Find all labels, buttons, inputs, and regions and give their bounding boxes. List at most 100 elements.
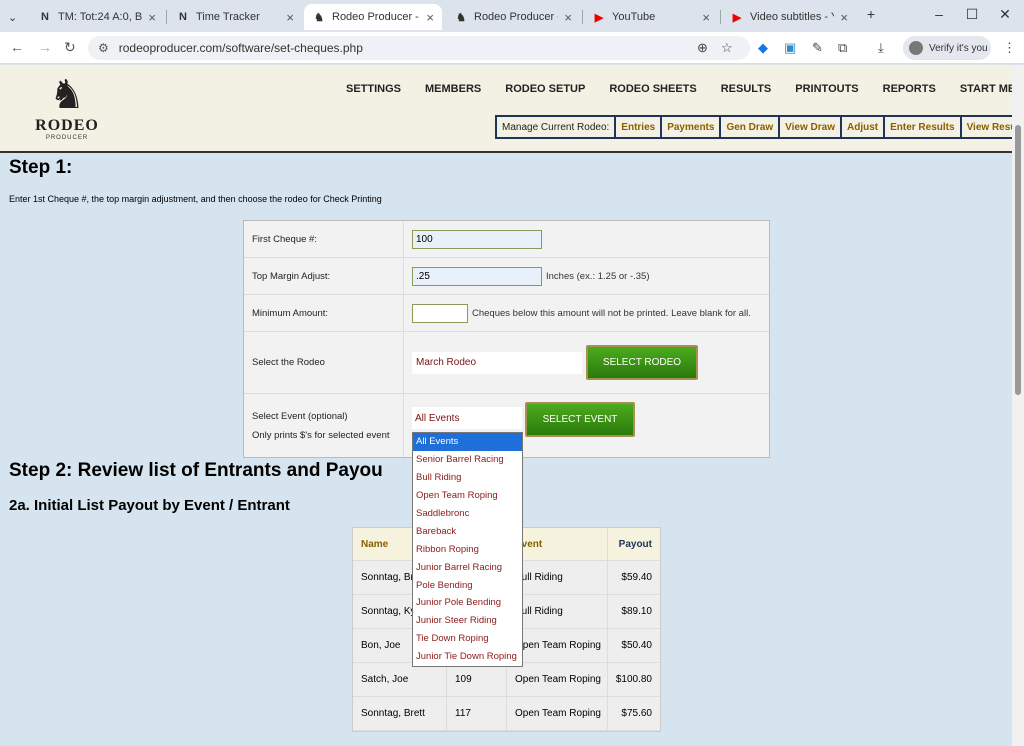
select-event-note: Only prints $'s for selected event — [252, 429, 390, 441]
nav-start-menu[interactable]: START MENU — [960, 83, 1012, 95]
menu-kebab-icon[interactable]: ⋮ — [1003, 40, 1016, 56]
page-scrollbar[interactable] — [1012, 65, 1024, 746]
close-icon[interactable]: × — [426, 10, 434, 25]
rodeo-producer-logo[interactable]: ♞ RODEO PRODUCER — [30, 73, 104, 149]
tab-rodeo-producer-active[interactable]: ♞Rodeo Producer - Pri× — [304, 4, 442, 30]
page-content: ♞ RODEO PRODUCER SETTINGS MEMBERS RODEO … — [0, 65, 1012, 746]
nav-settings[interactable]: SETTINGS — [346, 83, 401, 95]
event-select[interactable]: All Events — [412, 407, 522, 429]
url-field[interactable]: ⚙ rodeoproducer.com/software/set-cheques… — [88, 36, 750, 60]
reload-icon[interactable]: ↻ — [64, 39, 76, 56]
nav-printouts[interactable]: PRINTOUTS — [795, 83, 858, 95]
table-row: Satch, Joe 109 Open Team Roping $100.80 — [353, 663, 660, 697]
subnav-view-draw[interactable]: View Draw — [780, 117, 842, 137]
subnav-enter-results[interactable]: Enter Results — [885, 117, 962, 137]
close-icon[interactable]: × — [840, 10, 848, 25]
back-icon[interactable]: ← — [10, 39, 24, 55]
subnav-gen-draw[interactable]: Gen Draw — [721, 117, 781, 137]
tab-time-tracker[interactable]: N Time Tracker × — [168, 4, 302, 30]
site-header: ♞ RODEO PRODUCER SETTINGS MEMBERS RODEO … — [0, 65, 1012, 153]
tab-bar: ⌄ NTM: Tot:24 A:0, B:11, C× NTime Tracke… — [0, 0, 1024, 32]
tab-youtube[interactable]: ▶ YouTube × — [584, 4, 718, 30]
subnav-entries[interactable]: Entries — [616, 117, 663, 137]
cheque-settings-form: First Cheque #: 100 Top Margin Adjust: .… — [243, 220, 770, 458]
close-window-icon[interactable]: ✕ — [990, 6, 1020, 26]
nav-rodeo-setup[interactable]: RODEO SETUP — [505, 83, 585, 95]
table-row: Sonntag, Brett 117 Open Team Roping $75.60 — [353, 697, 660, 731]
step1-title: Step 1: — [9, 157, 73, 178]
min-amount-note: Cheques below this amount will not be pr… — [472, 307, 751, 319]
step2-title: Step 2: Review list of Entrants and Payo… — [9, 460, 383, 481]
event-option[interactable]: Junior Tie Down Roping — [413, 648, 522, 666]
bookmark-star-icon[interactable]: ☆ — [721, 40, 733, 56]
download-icon[interactable]: ⤓ — [878, 40, 884, 56]
event-option[interactable]: Junior Pole Bending — [413, 594, 522, 612]
chevron-down-icon: ⌄ — [8, 11, 18, 24]
zoom-icon[interactable]: ⊕ — [697, 40, 708, 56]
event-option[interactable]: Pole Bending — [413, 576, 522, 594]
tab-rodeo-producer[interactable]: ♞Rodeo Producer - Pri× — [446, 4, 580, 30]
close-icon[interactable]: × — [564, 10, 572, 25]
first-cheque-label: First Cheque #: — [244, 221, 404, 257]
extension-pen-icon[interactable]: ✎ — [812, 40, 823, 56]
event-option[interactable]: Bareback — [413, 522, 522, 540]
subnav-view-results[interactable]: View Results — [961, 117, 1012, 137]
select-rodeo-label: Select the Rodeo — [244, 332, 404, 393]
min-amount-label: Minimum Amount: — [244, 295, 404, 331]
extensions-puzzle-icon[interactable]: ⧉ — [838, 40, 847, 56]
tab-tm[interactable]: NTM: Tot:24 A:0, B:11, C× — [30, 4, 164, 30]
horse-icon: ♞ — [314, 11, 324, 24]
notion-icon: N — [41, 11, 49, 23]
select-rodeo-button[interactable]: SELECT RODEO — [586, 345, 698, 380]
address-bar: ← → ↻ ⚙ rodeoproducer.com/software/set-c… — [0, 32, 1024, 64]
forward-icon[interactable]: → — [38, 39, 52, 55]
tab-video-subtitles[interactable]: ▶Video subtitles - YouT× — [722, 4, 856, 30]
nav-rodeo-sheets[interactable]: RODEO SHEETS — [609, 83, 696, 95]
site-info-icon[interactable]: ⚙ — [98, 41, 109, 55]
event-option[interactable]: Tie Down Roping — [413, 630, 522, 648]
top-margin-note: Inches (ex.: 1.25 or -.35) — [546, 270, 650, 282]
nav-members[interactable]: MEMBERS — [425, 83, 481, 95]
close-icon[interactable]: × — [702, 10, 710, 25]
event-option[interactable]: Junior Barrel Racing — [413, 558, 522, 576]
youtube-icon: ▶ — [732, 11, 742, 24]
horse-icon: ♞ — [49, 73, 85, 117]
min-amount-input[interactable] — [412, 303, 468, 323]
event-dropdown-list: All Events Senior Barrel Racing Bull Rid… — [412, 432, 523, 667]
maximize-icon[interactable]: ☐ — [957, 6, 987, 26]
verify-profile-button[interactable]: Verify it's you — [903, 36, 991, 60]
event-option[interactable]: All Events — [413, 433, 522, 451]
subnav-adjust[interactable]: Adjust — [841, 117, 886, 137]
horse-icon: ♞ — [456, 11, 466, 24]
new-tab-icon[interactable]: + — [856, 6, 886, 26]
nav-results[interactable]: RESULTS — [721, 83, 772, 95]
top-margin-label: Top Margin Adjust: — [244, 258, 404, 294]
nav-reports[interactable]: REPORTS — [883, 83, 936, 95]
scrollbar-thumb[interactable] — [1015, 125, 1021, 395]
event-option[interactable]: Ribbon Roping — [413, 540, 522, 558]
select-event-label: Select Event (optional) — [252, 410, 348, 422]
header-payout[interactable]: Payout — [608, 528, 660, 560]
youtube-icon: ▶ — [594, 11, 604, 24]
event-option[interactable]: Junior Steer Riding — [413, 612, 522, 630]
main-nav: SETTINGS MEMBERS RODEO SETUP RODEO SHEET… — [346, 83, 1012, 95]
tab-list-button[interactable]: ⌄ — [4, 4, 26, 30]
close-icon[interactable]: × — [148, 10, 156, 25]
event-option[interactable]: Saddlebronc — [413, 505, 522, 523]
event-option[interactable]: Senior Barrel Racing — [413, 451, 522, 469]
rodeo-select[interactable]: March Rodeo — [412, 351, 582, 374]
close-icon[interactable]: × — [286, 10, 294, 25]
top-margin-input[interactable]: .25 — [412, 266, 542, 286]
minimize-icon[interactable]: – — [924, 6, 954, 26]
event-option[interactable]: Open Team Roping — [413, 487, 522, 505]
avatar — [909, 41, 923, 55]
step1-intro: Enter 1st Cheque #, the top margin adjus… — [9, 194, 382, 204]
event-option[interactable]: Bull Riding — [413, 469, 522, 487]
extension-tag-icon[interactable]: ◆ — [758, 40, 768, 56]
extension-m-icon[interactable]: ▣ — [784, 40, 796, 56]
subnav-payments[interactable]: Payments — [662, 117, 722, 137]
notion-icon: N — [179, 11, 187, 23]
select-event-button[interactable]: SELECT EVENT — [525, 402, 635, 437]
step2a-subtitle: 2a. Initial List Payout by Event / Entra… — [9, 497, 290, 514]
first-cheque-input[interactable]: 100 — [412, 229, 542, 249]
